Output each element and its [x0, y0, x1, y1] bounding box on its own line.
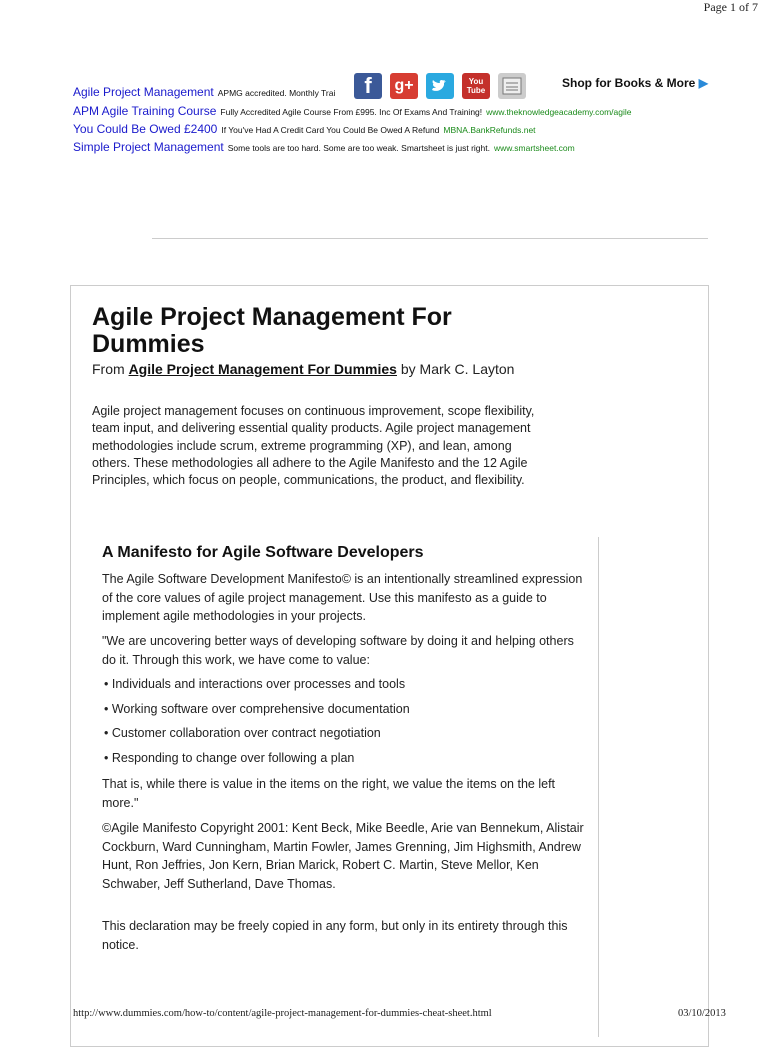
list-item: Customer collaboration over contract neg…: [104, 726, 381, 740]
list-item: Responding to change over following a pl…: [104, 751, 355, 765]
ad-desc: Fully Accredited Agile Course From £995.…: [220, 107, 483, 117]
play-arrow-icon: ▶: [698, 76, 708, 90]
ad-desc: APMG accredited. Monthly Trai: [217, 88, 336, 98]
copyright-paragraph: ©Agile Manifesto Copyright 2001: Kent Be…: [102, 821, 584, 891]
ad-title[interactable]: Simple Project Management: [73, 140, 224, 154]
footer-date: 03/10/2013: [678, 1008, 726, 1019]
facebook-icon[interactable]: f: [354, 73, 382, 99]
ad-desc: If You've Had A Credit Card You Could Be…: [221, 125, 440, 135]
paragraph: This declaration may be freely copied in…: [102, 919, 568, 952]
ad-row[interactable]: APM Agile Training Course Fully Accredite…: [73, 104, 632, 118]
author: by Mark C. Layton: [400, 361, 515, 377]
book-link[interactable]: Agile Project Management For Dummies: [129, 361, 397, 377]
ad-desc: Some tools are too hard. Some are too we…: [227, 143, 490, 153]
footer-url: http://www.dummies.com/how-to/content/ag…: [73, 1008, 492, 1019]
ad-row[interactable]: Agile Project Management APMG accredited.…: [73, 85, 335, 99]
byline: From Agile Project Management For Dummie…: [92, 361, 542, 378]
ad-url[interactable]: www.smartsheet.com: [494, 143, 575, 153]
google-plus-icon[interactable]: g+: [390, 73, 418, 99]
ad-title[interactable]: You Could Be Owed £2400: [73, 122, 217, 136]
section-title: A Manifesto for Agile Software Developer…: [102, 544, 424, 561]
shop-label: Shop for Books & More: [562, 76, 696, 90]
article-title: Agile Project Management For Dummies: [92, 303, 452, 358]
shop-link[interactable]: Shop for Books & More ▶: [562, 76, 708, 90]
ad-url[interactable]: MBNA.BankRefunds.net: [443, 125, 535, 135]
from-label: From: [92, 361, 125, 377]
ad-row[interactable]: Simple Project Management Some tools are …: [73, 140, 575, 154]
twitter-icon[interactable]: [426, 73, 454, 99]
ad-title[interactable]: Agile Project Management: [73, 85, 214, 99]
youtube-icon[interactable]: You Tube: [462, 73, 490, 99]
paragraph: "We are uncovering better ways of develo…: [102, 634, 574, 667]
list-item: Individuals and interactions over proces…: [104, 677, 405, 691]
intro-paragraph: Agile project management focuses on cont…: [92, 404, 535, 488]
divider: [152, 238, 708, 239]
page-number: Page 1 of 7: [703, 0, 758, 14]
ad-row[interactable]: You Could Be Owed £2400 If You've Had A C…: [73, 122, 536, 136]
news-icon[interactable]: [498, 73, 526, 99]
paragraph: That is, while there is value in the ite…: [102, 777, 556, 810]
ad-title[interactable]: APM Agile Training Course: [73, 104, 216, 118]
ad-url[interactable]: www.theknowledgeacademy.com/agile: [486, 107, 631, 117]
paragraph: The Agile Software Development Manifesto…: [102, 572, 583, 623]
list-item: Working software over comprehensive docu…: [104, 702, 410, 716]
social-icons: f g+ You Tube: [354, 73, 526, 99]
